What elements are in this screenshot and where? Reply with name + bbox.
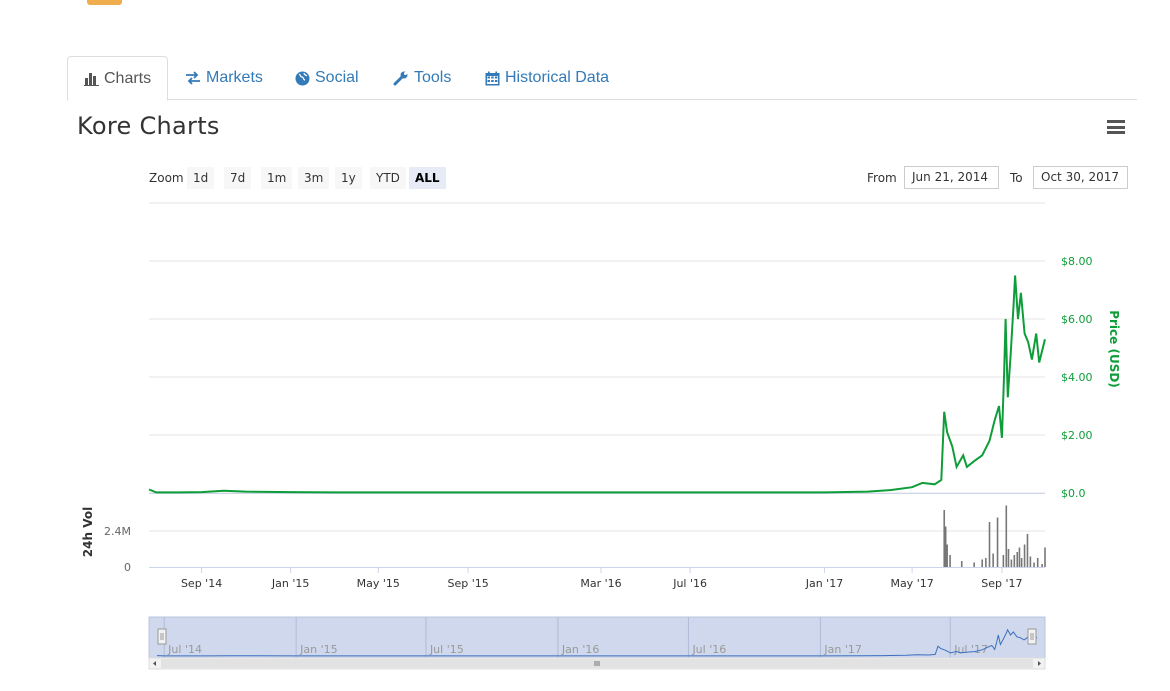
volume-bar: [985, 558, 987, 567]
volume-bar: [988, 522, 991, 567]
x-tick-label: Jan '15: [271, 577, 309, 590]
x-tick-label: Jan '17: [805, 577, 843, 590]
volume-bar: [1041, 564, 1043, 567]
navigator-tick-label: Jan '15: [299, 643, 337, 656]
volume-bar: [1002, 555, 1005, 567]
volume-bar: [949, 555, 951, 567]
navigator-right-handle[interactable]: [1027, 628, 1037, 645]
volume-bar: [1033, 562, 1035, 567]
price-axis-label: Price (USD): [1107, 310, 1121, 388]
volume-bar: [946, 544, 948, 567]
price-tick-label: $8.00: [1061, 255, 1093, 268]
x-tick-label: Sep '14: [181, 577, 222, 590]
volume-tick-label: 0: [124, 561, 131, 574]
volume-bar: [1005, 505, 1008, 567]
price-series-line: [148, 275, 1046, 494]
navigator-tick-label: Jul '16: [691, 643, 726, 656]
navigator-tick-label: Jan '16: [561, 643, 599, 656]
volume-bar: [1013, 555, 1016, 567]
price-chart: $0.0 $2.00 $4.00 $6.00 $8.00 Price (USD) 0 2.…: [81, 202, 1121, 670]
x-tick-label: May '17: [890, 577, 933, 590]
volume-bar: [1044, 547, 1046, 567]
navigator-left-handle[interactable]: [157, 628, 167, 645]
price-tick-label: $2.00: [1061, 429, 1093, 442]
volume-bar: [981, 559, 983, 567]
volume-bar: [1007, 549, 1010, 567]
volume-bar: [1016, 552, 1019, 567]
volume-bar: [1018, 547, 1021, 567]
volume-bar: [1029, 556, 1032, 567]
volume-bar: [1020, 558, 1023, 567]
volume-bar: [996, 517, 999, 567]
volume-bar: [1026, 534, 1029, 567]
volume-bar: [960, 561, 963, 567]
volume-bar: [1023, 544, 1026, 567]
volume-bar: [944, 526, 947, 567]
navigator-tick-label: Jul '14: [167, 643, 202, 656]
price-tick-label: $4.00: [1061, 371, 1093, 384]
price-tick-label: $0.0: [1061, 487, 1086, 500]
volume-bar: [973, 562, 975, 567]
volume-bar: [1010, 559, 1013, 567]
navigator-scrollbar[interactable]: [148, 657, 1046, 670]
x-tick-label: Sep '15: [447, 577, 488, 590]
volume-bar: [943, 510, 946, 567]
navigator-tick-label: Jan '17: [823, 643, 861, 656]
x-tick-label: Mar '16: [580, 577, 621, 590]
navigator-tick-label: Jul '15: [429, 643, 464, 656]
x-tick-label: Sep '17: [981, 577, 1022, 590]
volume-bar: [1036, 558, 1039, 567]
x-tick-label: May '15: [357, 577, 400, 590]
x-tick-label: Jul '16: [672, 577, 707, 590]
price-tick-label: $6.00: [1061, 313, 1093, 326]
volume-tick-label: 2.4M: [104, 525, 131, 538]
volume-axis-label: 24h Vol: [81, 507, 95, 557]
volume-bar: [992, 553, 994, 567]
